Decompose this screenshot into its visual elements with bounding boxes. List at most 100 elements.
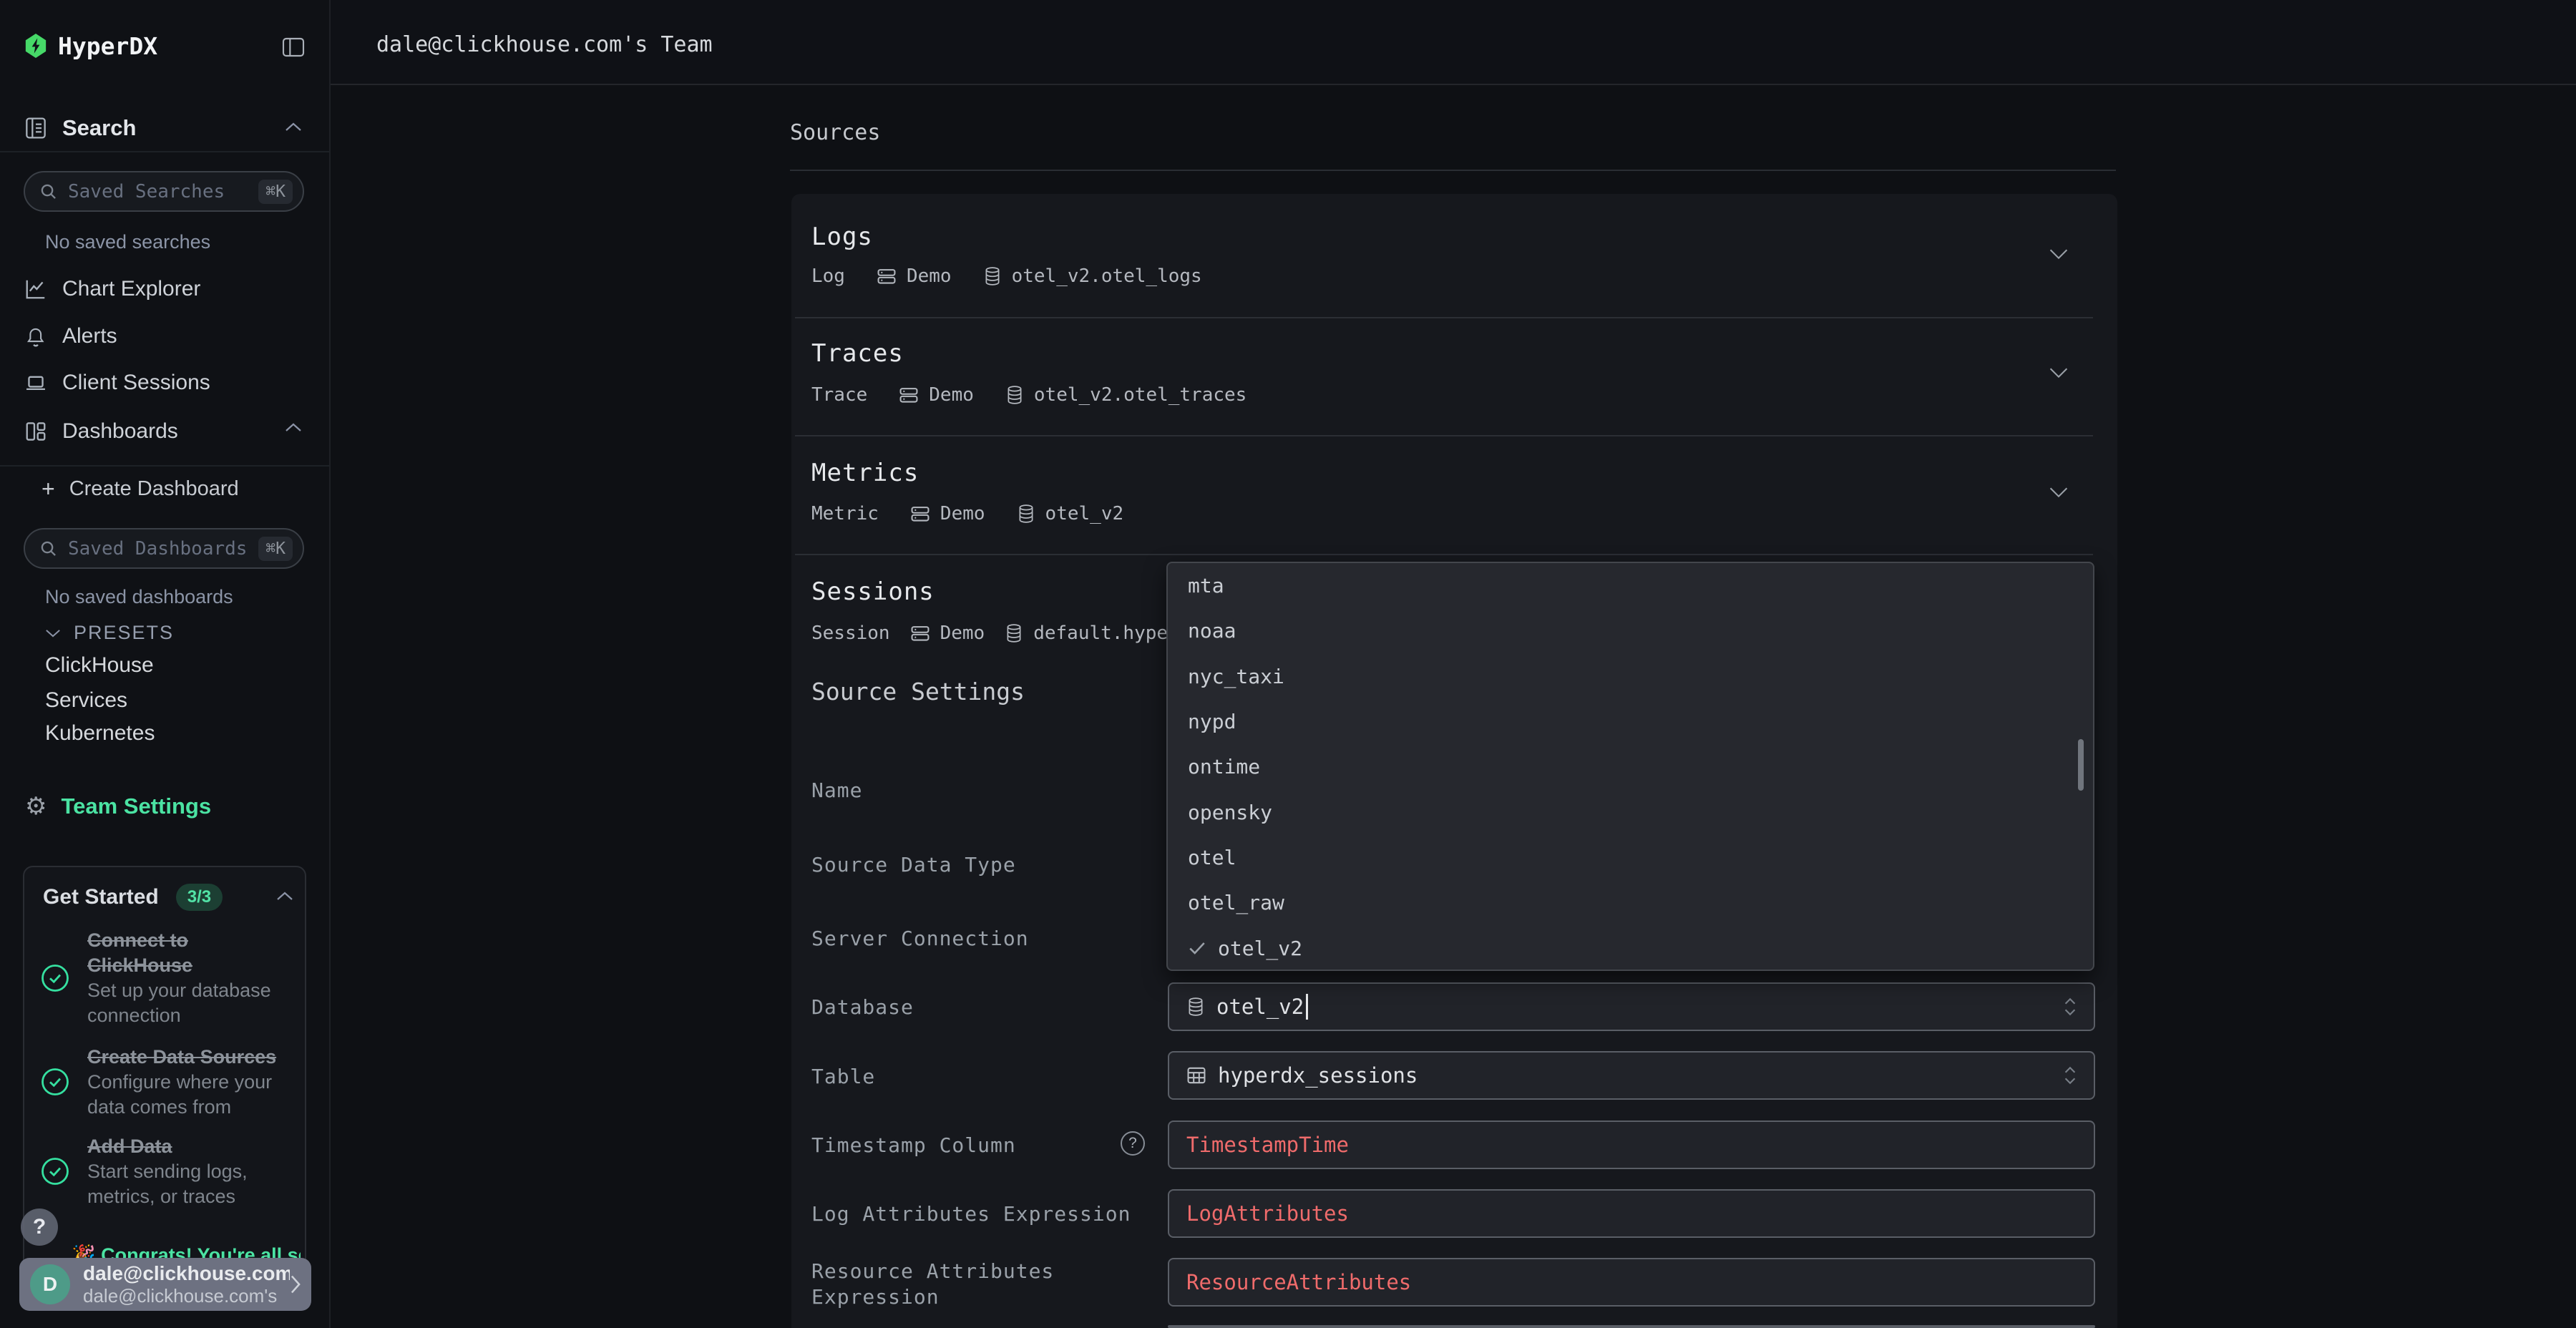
sidebar-item-client-sessions[interactable]: Client Sessions [25, 368, 210, 398]
help-label: ? [33, 1215, 46, 1239]
sidebar-item-label: Client Sessions [62, 371, 210, 395]
dropdown-option[interactable]: otel_raw [1168, 880, 2093, 925]
step-desc: Set up your database connection [87, 978, 295, 1028]
sidebar-item-team-settings[interactable]: ⚙ Team Settings [25, 791, 211, 821]
check-circle-icon [40, 963, 70, 993]
sidebar-item-label: Search [62, 115, 136, 141]
timestamp-column-input[interactable]: TimestampTime [1168, 1120, 2095, 1169]
sidebar-item-label: Dashboards [62, 419, 178, 444]
step-title: Create Data Sources [87, 1045, 295, 1070]
presets-label: PRESETS [74, 622, 174, 644]
user-menu[interactable]: D dale@clickhouse.com dale@clickhouse.co… [19, 1258, 311, 1311]
source-card-meta: Trace Demo otel_v2.otel_traces [811, 384, 1246, 406]
get-started-step[interactable]: Create Data Sources Configure where your… [87, 1045, 295, 1120]
presets-toggle[interactable]: PRESETS [45, 620, 174, 645]
saved-dashboards-placeholder: Saved Dashboards [68, 538, 258, 560]
dropdown-option[interactable]: opensky [1168, 789, 2093, 834]
dropdown-option[interactable]: mta [1168, 563, 2093, 608]
chevron-down-icon[interactable] [2049, 248, 2069, 260]
dropdown-option-selected[interactable]: otel_v2 [1168, 925, 2093, 970]
dashboards-icon [25, 421, 47, 442]
search-icon [39, 182, 58, 201]
divider [0, 465, 329, 467]
chevron-up-icon[interactable] [285, 122, 302, 132]
resource-attributes-value: ResourceAttributes [1186, 1270, 1411, 1294]
scrollbar-thumb[interactable] [2078, 739, 2084, 791]
log-attributes-input[interactable]: LogAttributes [1168, 1189, 2095, 1238]
chart-explorer-icon [25, 278, 47, 300]
database-dropdown: mta noaa nyc_taxi nypd ontime opensky ot… [1166, 562, 2094, 971]
collapse-sidebar-icon[interactable] [282, 37, 305, 57]
sidebar-item-clickhouse[interactable]: ClickHouse [45, 653, 154, 678]
dropdown-option[interactable]: nyc_taxi [1168, 654, 2093, 699]
dropdown-option[interactable]: otel [1168, 835, 2093, 880]
divider [790, 170, 2116, 171]
database-select[interactable]: otel_v2 [1168, 982, 2095, 1031]
app-window: HyperDX Search [0, 0, 2576, 1328]
divider [795, 554, 2093, 555]
source-card-meta: Metric Demo otel_v2 [811, 503, 1123, 524]
step-title: Add Data [87, 1134, 302, 1159]
database-icon [1017, 504, 1035, 524]
progress-badge: 3/3 [176, 884, 223, 911]
gear-icon: ⚙ [25, 794, 47, 819]
field-label-timestamp-column: Timestamp Column [811, 1133, 1016, 1157]
select-chevrons-icon[interactable] [2062, 1065, 2078, 1086]
resource-attributes-input[interactable]: ResourceAttributes [1168, 1258, 2095, 1307]
help-button[interactable]: ? [21, 1209, 58, 1246]
divider [0, 151, 329, 152]
no-saved-searches-text: No saved searches [45, 231, 210, 253]
source-card-title: Logs [811, 223, 873, 251]
hyperdx-logo-icon [24, 32, 48, 59]
server-icon [910, 504, 930, 524]
laptop-icon [25, 372, 47, 394]
page-header: dale@clickhouse.com's Team [331, 0, 2576, 85]
database-icon [983, 266, 1002, 286]
divider [795, 435, 2093, 436]
partial-input-edge [1168, 1325, 2095, 1328]
logo-row[interactable]: HyperDX [24, 31, 157, 60]
dropdown-option[interactable]: noaa [1168, 608, 2093, 653]
sidebar-item-kubernetes[interactable]: Kubernetes [45, 721, 155, 746]
chevron-up-icon[interactable] [285, 422, 302, 432]
no-saved-dashboards-text: No saved dashboards [45, 586, 233, 608]
help-circle-icon[interactable]: ? [1121, 1131, 1145, 1156]
check-circle-icon [40, 1156, 70, 1186]
database-value: otel_v2 [1216, 995, 1304, 1019]
dropdown-option[interactable]: ontime [1168, 744, 2093, 789]
field-label-source-data-type: Source Data Type [811, 853, 1016, 877]
table-value: hyperdx_sessions [1218, 1063, 1418, 1088]
page-title: dale@clickhouse.com's Team [376, 32, 713, 57]
user-team: dale@clickhouse.com's [83, 1285, 290, 1307]
chevron-down-icon[interactable] [2049, 367, 2069, 379]
table-select[interactable]: hyperdx_sessions [1168, 1051, 2095, 1100]
step-title: Connect to ClickHouse [87, 928, 295, 978]
get-started-step[interactable]: Add Data Start sending logs, metrics, or… [87, 1134, 302, 1209]
chevron-up-icon[interactable] [276, 891, 293, 901]
search-icon [39, 540, 58, 558]
step-desc: Start sending logs, metrics, or traces [87, 1159, 302, 1209]
app-title: HyperDX [58, 32, 157, 60]
get-started-header[interactable]: Get Started 3/3 [43, 883, 223, 912]
get-started-step[interactable]: Connect to ClickHouse Set up your databa… [87, 928, 295, 1028]
check-circle-icon [40, 1067, 70, 1097]
table-icon [1186, 1065, 1206, 1085]
sources-heading: Sources [790, 120, 880, 145]
chevron-down-icon[interactable] [2049, 487, 2069, 498]
saved-dashboards-input[interactable]: Saved Dashboards ⌘K [24, 528, 304, 569]
sidebar-item-search[interactable]: Search [25, 113, 136, 143]
sidebar-item-chart-explorer[interactable]: Chart Explorer [25, 274, 200, 304]
create-dashboard-button[interactable]: + Create Dashboard [42, 474, 239, 503]
saved-searches-placeholder: Saved Searches [68, 181, 258, 202]
avatar: D [30, 1264, 70, 1304]
saved-searches-input[interactable]: Saved Searches ⌘K [24, 171, 304, 212]
sidebar-item-alerts[interactable]: Alerts [25, 321, 117, 351]
dropdown-option[interactable]: nypd [1168, 699, 2093, 744]
sidebar-item-label: Chart Explorer [62, 277, 200, 301]
sidebar-item-services[interactable]: Services [45, 688, 127, 713]
select-chevrons-icon[interactable] [2062, 996, 2078, 1017]
bell-icon [25, 326, 47, 347]
sidebar: HyperDX Search [0, 0, 331, 1328]
source-card-title: Metrics [811, 459, 919, 487]
sidebar-item-dashboards[interactable]: Dashboards [25, 416, 178, 446]
